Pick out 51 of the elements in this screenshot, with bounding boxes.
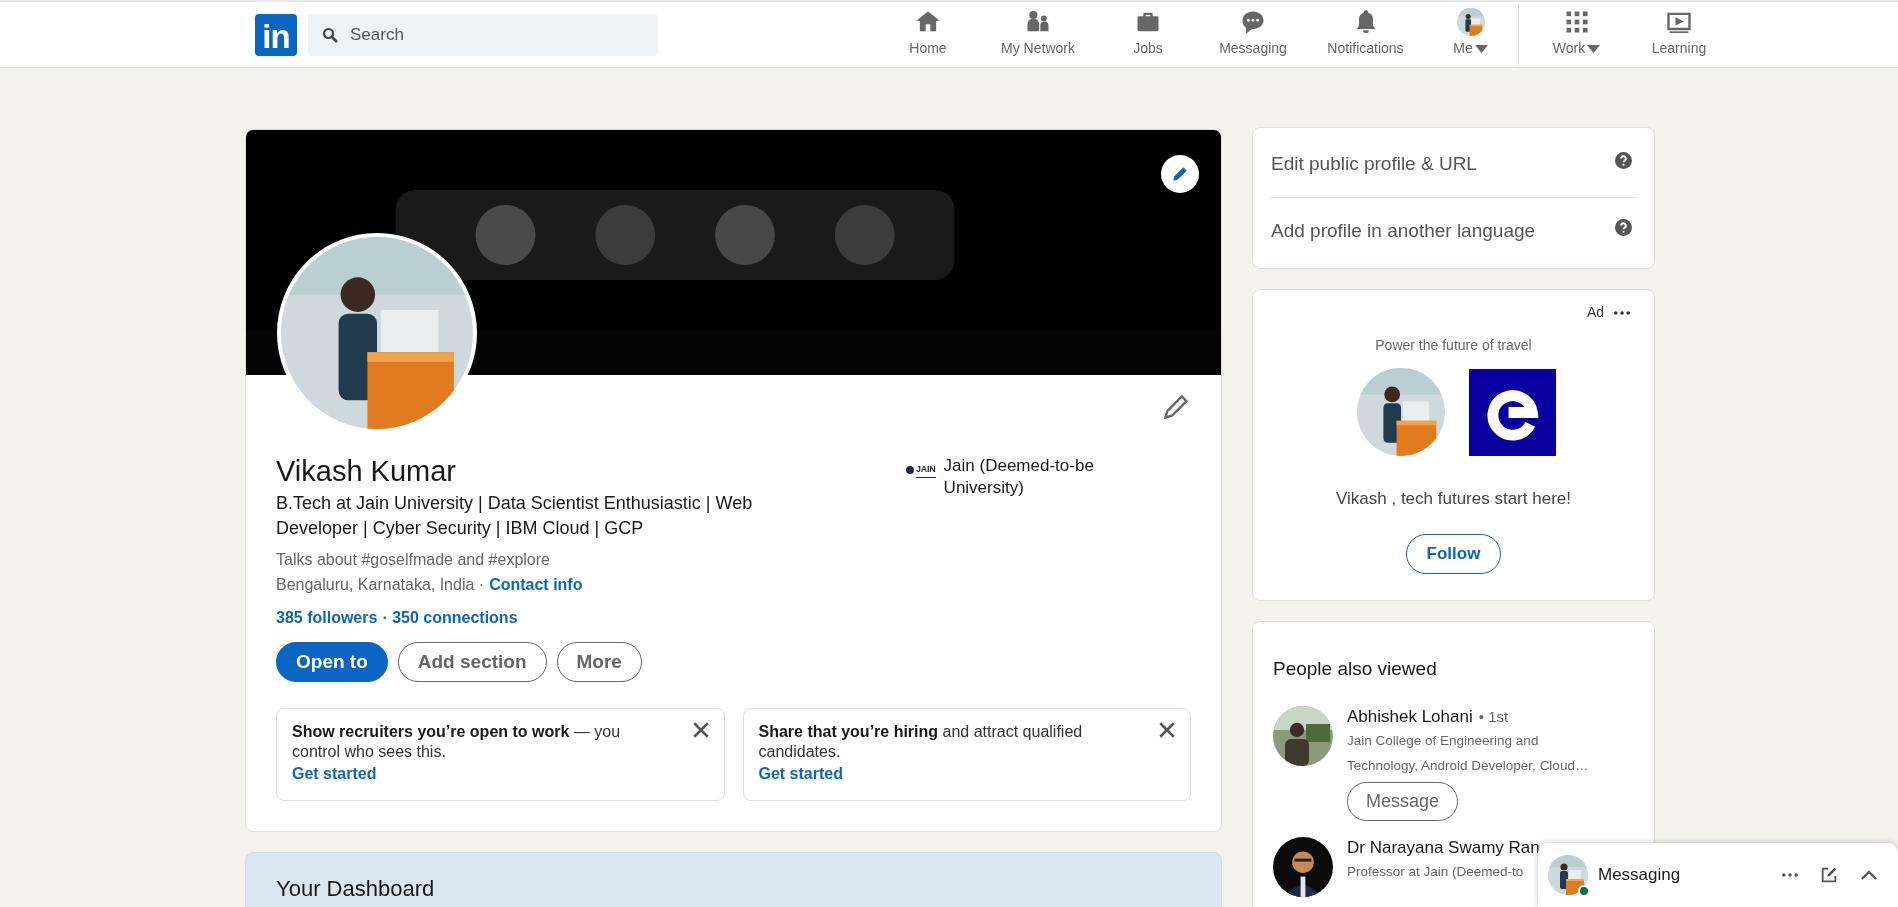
more-options-icon[interactable] [1782,873,1798,877]
ad-tagline: Power the future of travel [1375,336,1532,355]
close-icon[interactable] [691,721,710,739]
nav-item[interactable]: Notifications [1308,2,1423,67]
messaging-title: Messaging [1598,864,1682,887]
ad-label: Ad [1586,303,1604,322]
ad-message: Vikash , tech futures start here! [1336,488,1571,510]
messaging-widget[interactable]: Messaging [1538,843,1898,907]
nav-item[interactable]: Learning [1624,2,1734,67]
profile-link[interactable]: Edit public profile & URL [1271,150,1477,179]
profile-action-button[interactable]: Open to [276,642,388,682]
promo-text: Show recruiters you’re open to work — you control who sees this. [292,722,622,762]
nav-item[interactable]: Jobs [1098,2,1198,67]
person-headline: Jain College of Engineering and Technology, Android Developer, Cloud… [1347,732,1590,775]
profile-name: Vikash Kumar [276,454,457,489]
compose-icon[interactable] [1820,866,1838,884]
help-icon[interactable] [1615,218,1632,236]
search-icon [322,26,338,43]
logo[interactable]: in [255,13,297,56]
more-options-icon[interactable] [1614,310,1630,315]
promo-text: Share that you’re hiring and attract qualified candidates. [758,722,1084,762]
education-text: Jain (Deemed-to-be University) [943,455,1095,499]
location-text: Bengaluru, Karnataka, India · [276,575,485,595]
chevron-up-icon[interactable] [1860,869,1878,881]
profile-link[interactable]: Add profile in another language [1271,216,1536,246]
nav-item[interactable]: Work [1529,2,1624,67]
search-field[interactable]: Search [308,13,658,56]
nav-item[interactable]: Home [878,2,978,67]
dashboard-title: Your Dashboard [276,877,436,901]
profile-action-button[interactable]: More [556,642,642,682]
followers-link[interactable]: 385 followers [276,606,378,630]
close-icon[interactable] [1158,721,1176,739]
person-name[interactable]: Abhishek Lohani [1347,705,1473,728]
profile-action-button[interactable]: Add section [397,642,547,682]
university-logo: JAIN [916,463,936,478]
section-title: People also viewed [1273,657,1438,681]
get-started-link[interactable]: Get started [292,765,377,782]
nav-item[interactable]: Messaging [1198,2,1308,67]
contact-info-link[interactable]: Contact info [489,572,583,598]
connection-degree: • 1st [1478,706,1509,727]
university-logo-icon [906,466,914,474]
person-headline: Professor at Jain (Deemed-to [1347,863,1525,881]
pencil-icon [1162,393,1190,421]
get-started-link[interactable]: Get started [758,765,843,782]
profile-headline: B.Tech at Jain University | Data Scientist Enthusiastic | Web Developer | Cyber Security | IBM Cloud | GCP [276,492,754,540]
nav-item[interactable]: Me [1423,2,1518,67]
person-name[interactable]: Dr Narayana Swamy Ran [1347,837,1540,859]
nav-item[interactable]: My Network [978,2,1098,67]
talks-about-text: Talks about #goselfmade and #explore [276,550,551,570]
help-icon[interactable] [1615,152,1632,169]
connections-link[interactable]: · 350 connections [382,606,518,630]
